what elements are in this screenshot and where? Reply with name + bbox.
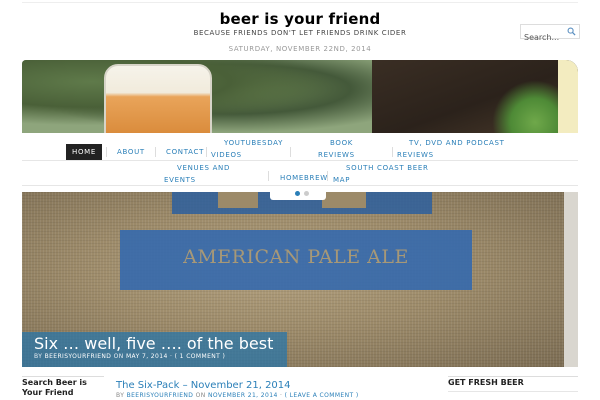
post-comments-link[interactable]: ( LEAVE A COMMENT ) xyxy=(285,392,359,399)
header-banner-image[interactable] xyxy=(22,60,578,133)
nav-item-venues-and-events[interactable]: VENUES AND EVENTS xyxy=(164,162,244,186)
main-navigation: HOME ABOUT CONTACT YOUTUBESDAY VIDEOS BO… xyxy=(22,134,578,186)
banner-beer-glass xyxy=(104,64,212,133)
nav-item-tv-dvd-podcast-reviews[interactable]: TV, DVD AND PODCAST REVIEWS xyxy=(397,137,527,161)
post-author-link[interactable]: BEERISYOURFRIEND xyxy=(127,392,194,399)
nav-separator xyxy=(268,171,269,181)
nav-item-homebrew[interactable]: HOMEBREW xyxy=(280,172,328,184)
post-meta-by: BY xyxy=(116,392,125,399)
post-meta-on: ON xyxy=(195,392,206,399)
site-title[interactable]: beer is your friend xyxy=(0,10,600,28)
slide-date-link[interactable]: MAY 7, 2014 xyxy=(126,353,168,360)
search-form xyxy=(520,24,580,44)
slide-image-print-gap xyxy=(322,192,366,208)
slide-author-link[interactable]: BEERISYOURFRIEND xyxy=(45,353,112,360)
nav-item-contact[interactable]: CONTACT xyxy=(166,146,204,158)
slide-comments-link[interactable]: ( 1 COMMENT ) xyxy=(175,353,226,360)
nav-item-youtubesday-videos[interactable]: YOUTUBESDAY VIDEOS xyxy=(211,137,301,161)
featured-slider[interactable]: AMERICAN PALE ALE Six … well, five …. of… xyxy=(22,192,578,367)
nav-item-label: TV, DVD AND PODCAST xyxy=(409,139,505,147)
post-date-link[interactable]: NOVEMBER 21, 2014 xyxy=(208,392,278,399)
slider-dot-active[interactable] xyxy=(295,191,300,196)
nav-item-about[interactable]: ABOUT xyxy=(117,146,145,158)
nav-separator xyxy=(155,147,156,157)
slide-image-print-gap xyxy=(218,192,258,208)
slide-meta: BY BEERISYOURFRIEND ON MAY 7, 2014 · ( 1… xyxy=(34,353,225,360)
nav-separator xyxy=(327,171,328,181)
nav-separator xyxy=(106,147,107,157)
site-date: SATURDAY, NOVEMBER 22ND, 2014 xyxy=(228,45,372,53)
nav-row-divider xyxy=(22,160,578,161)
site-tagline: BECAUSE FRIENDS DON'T LET FRIENDS DRINK … xyxy=(193,29,407,37)
widget-divider xyxy=(448,391,578,392)
nav-item-book-reviews[interactable]: BOOK REVIEWS xyxy=(318,137,378,161)
slide-meta-by: BY xyxy=(34,353,43,360)
search-icon[interactable] xyxy=(567,27,576,36)
sidebar-search-widget-title: Search Beer is Your Friend xyxy=(22,376,104,398)
search-input[interactable] xyxy=(521,31,567,44)
post-title[interactable]: The Six-Pack – November 21, 2014 xyxy=(116,380,291,391)
slider-dot[interactable] xyxy=(304,191,309,196)
nav-item-label: VENUES AND xyxy=(177,164,231,172)
nav-separator xyxy=(206,147,207,157)
nav-separator xyxy=(290,147,291,157)
post-meta-dot: · xyxy=(279,392,283,399)
slide-image-print-text: AMERICAN PALE ALE xyxy=(183,246,409,268)
nav-item-label: YOUTUBESDAY xyxy=(224,139,284,147)
post-meta: BY BEERISYOURFRIEND ON NOVEMBER 21, 2014… xyxy=(116,392,359,399)
slide-image-edge xyxy=(564,192,578,367)
banner-edge xyxy=(558,60,578,133)
nav-item-label: BOOK xyxy=(330,139,354,147)
nav-item-south-coast-beer-map[interactable]: SOUTH COAST BEER MAP xyxy=(333,162,443,186)
slider-pagination xyxy=(270,188,326,200)
sidebar-widget-title: GET FRESH BEER xyxy=(448,376,578,387)
nav-item-label: SOUTH COAST BEER xyxy=(346,164,429,172)
top-divider xyxy=(22,2,578,3)
nav-item-home[interactable]: HOME xyxy=(66,144,103,160)
nav-bottom-divider xyxy=(22,185,578,186)
slide-meta-dot: · xyxy=(170,353,173,360)
slide-meta-on: ON xyxy=(113,353,124,360)
slide-title[interactable]: Six … well, five …. of the best xyxy=(34,334,273,353)
nav-separator xyxy=(392,147,393,157)
